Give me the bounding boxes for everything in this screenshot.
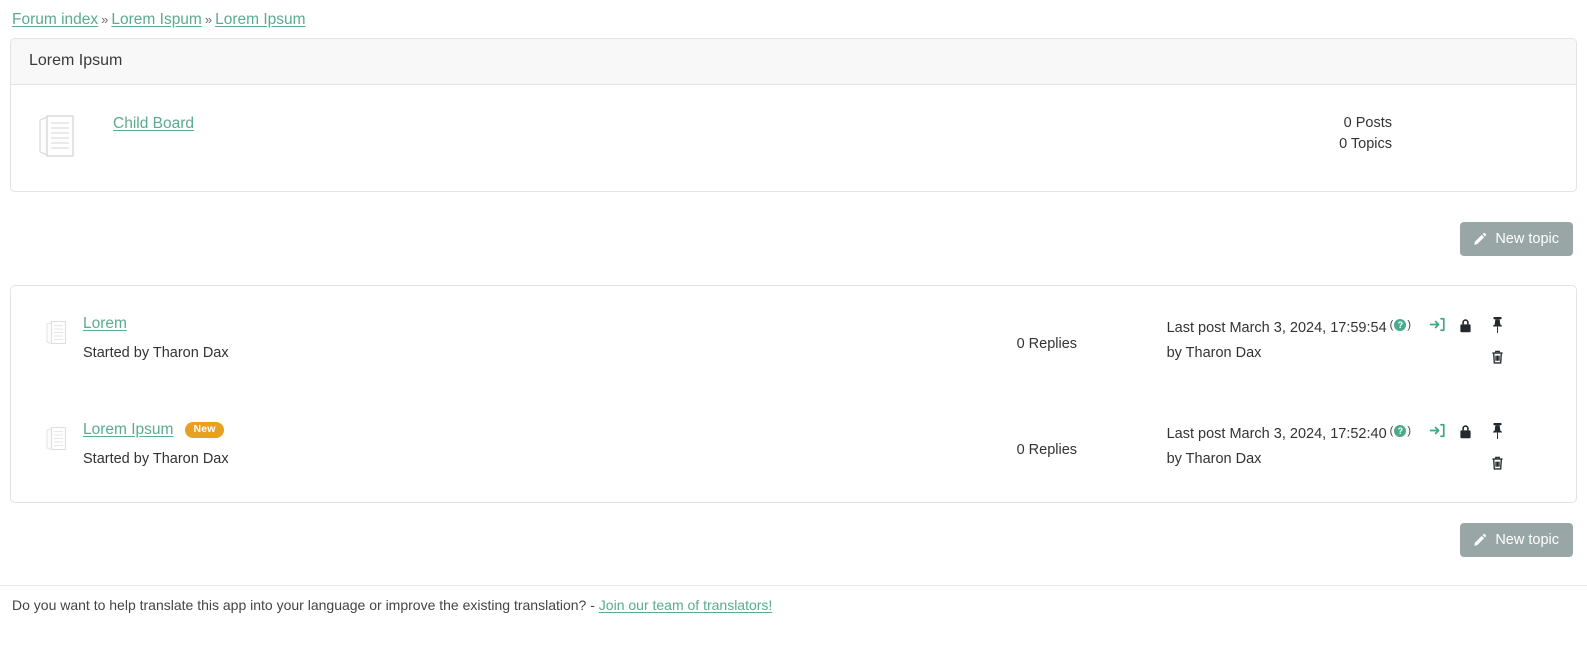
last-post-help-icon[interactable]: (?) (1390, 313, 1411, 337)
pin-icon[interactable] (1490, 316, 1505, 339)
child-board-link[interactable]: Child Board (113, 115, 194, 132)
new-topic-button-label: New topic (1495, 231, 1559, 247)
table-row: Lorem Started by Tharon Dax 0 Replies La… (11, 286, 1576, 396)
toolbar-bottom: New topic (10, 523, 1577, 557)
topic-last-post-author: by Tharon Dax (1166, 345, 1262, 361)
status-badge: New (185, 422, 224, 438)
toolbar-top: New topic (10, 222, 1577, 256)
topic-last-post: Last post March 3, 2024, 17:52:40 (?) by… (1167, 420, 1446, 471)
topic-pages-icon (29, 420, 79, 454)
topic-info: Lorem Ipsum New Started by Tharon Dax (79, 420, 1017, 469)
board-pages-icon (29, 107, 85, 161)
translators-link[interactable]: Join our team of translators! (599, 597, 773, 613)
child-board-posts-count: 0 Posts (1343, 115, 1392, 131)
forum-board-page: Forum index» Lorem Ispum» Lorem Ipsum Lore… (0, 0, 1587, 650)
pencil-icon (1472, 232, 1487, 247)
topic-replies-count: 0 Replies (1016, 442, 1078, 458)
footer-text-label: Do you want to help translate this app i… (12, 597, 595, 613)
last-post-help-icon[interactable]: (?) (1390, 419, 1411, 443)
footer-divider (0, 585, 1587, 586)
topic-actions (1446, 314, 1564, 376)
breadcrumb-separator: » (204, 12, 213, 27)
breadcrumb-link-parent-board[interactable]: Lorem Ispum (111, 11, 201, 28)
panel-title: Lorem Ipsum (11, 39, 1576, 85)
topic-link[interactable]: Lorem (83, 314, 127, 334)
topic-info: Lorem Started by Tharon Dax (79, 314, 1017, 363)
child-boards-panel: Lorem Ipsum Child Board 0 Posts 0 Topics (10, 38, 1577, 192)
topics-panel: Lorem Started by Tharon Dax 0 Replies La… (10, 285, 1577, 503)
lock-icon[interactable] (1458, 424, 1473, 446)
pencil-icon (1472, 533, 1487, 548)
new-topic-button-bottom[interactable]: New topic (1460, 523, 1573, 557)
topic-link[interactable]: Lorem Ipsum (83, 420, 173, 440)
trash-icon[interactable] (1490, 349, 1505, 371)
topic-last-post: Last post March 3, 2024, 17:59:54 (?) by… (1167, 314, 1446, 365)
new-topic-button-top[interactable]: New topic (1460, 222, 1573, 256)
topic-last-post-date: Last post March 3, 2024, 17:59:54 (1166, 320, 1387, 336)
footer-translation-notice: Do you want to help translate this app i… (12, 596, 772, 614)
breadcrumb-link-forum-index[interactable]: Forum index (12, 11, 98, 28)
child-board-topics-count: 0 Topics (1339, 136, 1392, 152)
child-board-stats: 0 Posts 0 Topics (1298, 107, 1558, 155)
table-row: Lorem Ipsum New Started by Tharon Dax 0 … (11, 396, 1576, 502)
trash-icon[interactable] (1490, 455, 1505, 477)
topic-pages-icon (29, 314, 79, 348)
breadcrumb-link-current-board[interactable]: Lorem Ipsum (215, 11, 305, 28)
topic-actions (1446, 420, 1564, 482)
breadcrumb: Forum index» Lorem Ispum» Lorem Ipsum (10, 0, 1577, 38)
topic-replies-count: 0 Replies (1016, 336, 1078, 352)
topic-started-by: Started by Tharon Dax (83, 451, 229, 467)
topic-last-post-date: Last post March 3, 2024, 17:52:40 (1166, 426, 1387, 442)
pin-icon[interactable] (1490, 422, 1505, 445)
child-board-row: Child Board 0 Posts 0 Topics (11, 85, 1576, 191)
breadcrumb-separator: » (101, 12, 109, 27)
topic-title-line: Lorem (83, 314, 1017, 334)
child-board-info: Child Board (85, 107, 1298, 133)
go-to-last-post-icon[interactable] (1429, 316, 1446, 341)
topic-started-by: Started by Tharon Dax (83, 345, 229, 361)
go-to-last-post-icon[interactable] (1429, 422, 1446, 447)
topic-last-post-author: by Tharon Dax (1166, 451, 1262, 467)
lock-icon[interactable] (1458, 318, 1473, 340)
topic-title-line: Lorem Ipsum New (83, 420, 1017, 440)
new-topic-button-label: New topic (1495, 532, 1559, 548)
child-boards-list: Child Board 0 Posts 0 Topics (11, 85, 1576, 191)
